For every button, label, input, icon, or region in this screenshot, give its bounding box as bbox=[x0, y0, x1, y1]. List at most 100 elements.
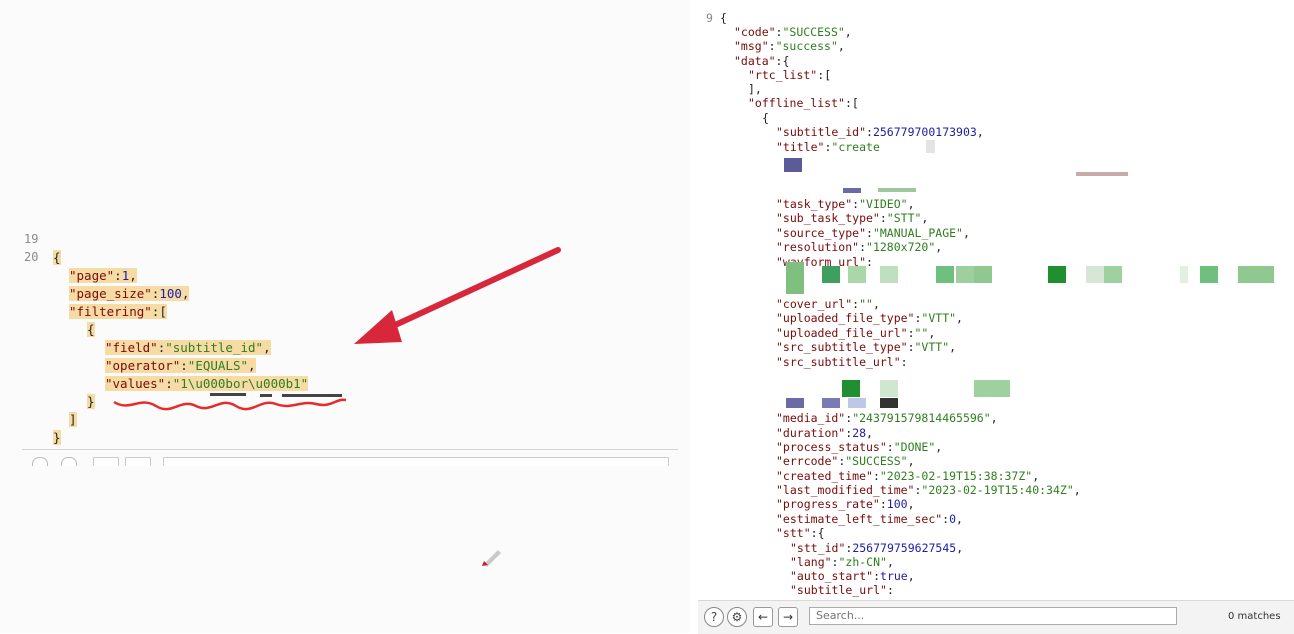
json-value: 256779700173903 bbox=[872, 125, 977, 139]
json-comma: , bbox=[949, 340, 957, 354]
editor-search-input[interactable] bbox=[163, 457, 669, 466]
json-line: "lang":"zh-CN", bbox=[790, 555, 894, 569]
json-line: "sub_task_type":"STT", bbox=[776, 211, 928, 225]
editor-settings-button[interactable] bbox=[61, 457, 77, 466]
json-line: "uploaded_file_type":"VTT", bbox=[776, 311, 963, 325]
json-value: "VIDEO" bbox=[859, 197, 908, 211]
redacted-block bbox=[936, 266, 954, 283]
json-line: "duration":28, bbox=[776, 426, 873, 440]
json-key: "code" bbox=[734, 25, 776, 39]
json-key: "lang" bbox=[790, 555, 832, 569]
json-value: "STT" bbox=[886, 211, 922, 225]
search-input[interactable] bbox=[809, 607, 1177, 625]
code-token: "page" bbox=[69, 268, 115, 283]
json-key: "src_subtitle_url" bbox=[776, 355, 901, 369]
json-line: "cover_url":"", bbox=[776, 297, 880, 311]
json-value: { bbox=[782, 54, 790, 68]
code-token: { bbox=[53, 250, 61, 265]
json-value: "zh-CN" bbox=[838, 555, 887, 569]
json-key: "src_subtitle_type" bbox=[776, 340, 908, 354]
match-count: 0 matches bbox=[1228, 611, 1281, 622]
json-line: "data":{ bbox=[734, 54, 789, 68]
json-value: "success" bbox=[775, 39, 838, 53]
json-line: "progress_rate":100, bbox=[776, 497, 915, 511]
redacted-block bbox=[974, 266, 992, 283]
redacted-block bbox=[974, 380, 1010, 397]
json-colon: : bbox=[886, 583, 894, 597]
json-line: "subtitle_id":256779700173903, bbox=[776, 125, 984, 139]
json-value: "" bbox=[859, 297, 873, 311]
editor-help-button[interactable] bbox=[32, 457, 48, 466]
json-line: { bbox=[720, 11, 727, 25]
json-line: "created_time":"2023-02-19T15:38:37Z", bbox=[776, 469, 1039, 483]
redacted-title bbox=[926, 140, 935, 153]
code-line: } bbox=[87, 394, 95, 409]
json-colon: : bbox=[768, 39, 776, 53]
json-line: "stt":{ bbox=[776, 526, 825, 540]
redacted-block bbox=[1076, 172, 1128, 176]
json-key: "source_type" bbox=[776, 226, 867, 240]
settings-gear-icon[interactable]: ⚙ bbox=[727, 607, 747, 627]
json-colon: : bbox=[900, 355, 908, 369]
json-punct: ], bbox=[748, 82, 762, 96]
json-key: "uploaded_file_type" bbox=[776, 311, 915, 325]
prev-match-button[interactable]: ← bbox=[753, 607, 773, 627]
json-line: "source_type":"MANUAL_PAGE", bbox=[776, 226, 970, 240]
json-colon: : bbox=[872, 469, 880, 483]
code-token: } bbox=[87, 394, 95, 409]
json-line: "src_subtitle_url": bbox=[776, 355, 908, 369]
annotation-arrow-left bbox=[354, 247, 561, 344]
redacted-block bbox=[784, 158, 802, 172]
json-value: [ bbox=[851, 96, 859, 110]
editor-toolbar-divider bbox=[22, 449, 678, 450]
editor-next-button[interactable] bbox=[125, 457, 151, 466]
json-comma: , bbox=[990, 411, 998, 425]
redacted-block bbox=[822, 266, 840, 283]
redacted-block bbox=[1048, 266, 1066, 283]
json-line: "media_id":"243791579814465596", bbox=[776, 411, 998, 425]
editor-prev-button[interactable] bbox=[93, 457, 119, 466]
json-colon: : bbox=[810, 526, 818, 540]
json-value: "MANUAL_PAGE" bbox=[872, 226, 963, 240]
code-token: :[ bbox=[151, 304, 167, 319]
json-key: "cover_url" bbox=[776, 297, 853, 311]
json-line: "code":"SUCCESS", bbox=[734, 25, 852, 39]
json-line: "errcode":"SUCCESS", bbox=[776, 454, 915, 468]
help-icon[interactable]: ? bbox=[704, 607, 724, 627]
code-token: , bbox=[248, 358, 256, 373]
json-value: "2023-02-19T15:38:37Z" bbox=[879, 469, 1033, 483]
json-line: "stt_id":256779759627545, bbox=[790, 541, 963, 555]
line-number: 9 bbox=[706, 11, 713, 25]
redacted-block bbox=[1200, 266, 1218, 283]
code-token: "values" bbox=[105, 376, 166, 391]
json-value: "SUCCESS" bbox=[845, 454, 908, 468]
json-key: "resolution" bbox=[776, 240, 860, 254]
code-line: "filtering":[ bbox=[69, 304, 167, 319]
code-token: "page_size" bbox=[69, 286, 152, 301]
json-line: "rtc_list":[ bbox=[748, 68, 831, 82]
json-line: "src_subtitle_type":"VTT", bbox=[776, 340, 956, 354]
json-value: "SUCCESS" bbox=[782, 25, 845, 39]
json-key: "sub_task_type" bbox=[776, 211, 880, 225]
json-comma: , bbox=[907, 569, 915, 583]
code-token: ] bbox=[69, 412, 77, 427]
json-value: 0 bbox=[949, 512, 957, 526]
json-value: "243791579814465596" bbox=[852, 411, 991, 425]
json-key: "progress_rate" bbox=[776, 497, 880, 511]
line-number: 19 bbox=[24, 232, 39, 246]
json-key: "errcode" bbox=[776, 454, 839, 468]
redacted-block bbox=[880, 380, 898, 397]
code-token: "subtitle_id" bbox=[165, 340, 264, 355]
json-punct: { bbox=[762, 111, 769, 125]
next-match-button[interactable]: → bbox=[778, 607, 798, 627]
json-value: 256779759627545 bbox=[852, 541, 957, 555]
redacted-waveform-url bbox=[786, 262, 804, 294]
redacted-block bbox=[786, 398, 804, 408]
json-comma: , bbox=[907, 454, 915, 468]
json-value: true bbox=[880, 569, 908, 583]
json-line: ], bbox=[748, 82, 762, 96]
code-token: , bbox=[263, 340, 271, 355]
json-key: "rtc_list" bbox=[748, 68, 818, 82]
json-key: "subtitle_id" bbox=[776, 125, 867, 139]
code-line: "operator":"EQUALS", bbox=[105, 358, 256, 373]
